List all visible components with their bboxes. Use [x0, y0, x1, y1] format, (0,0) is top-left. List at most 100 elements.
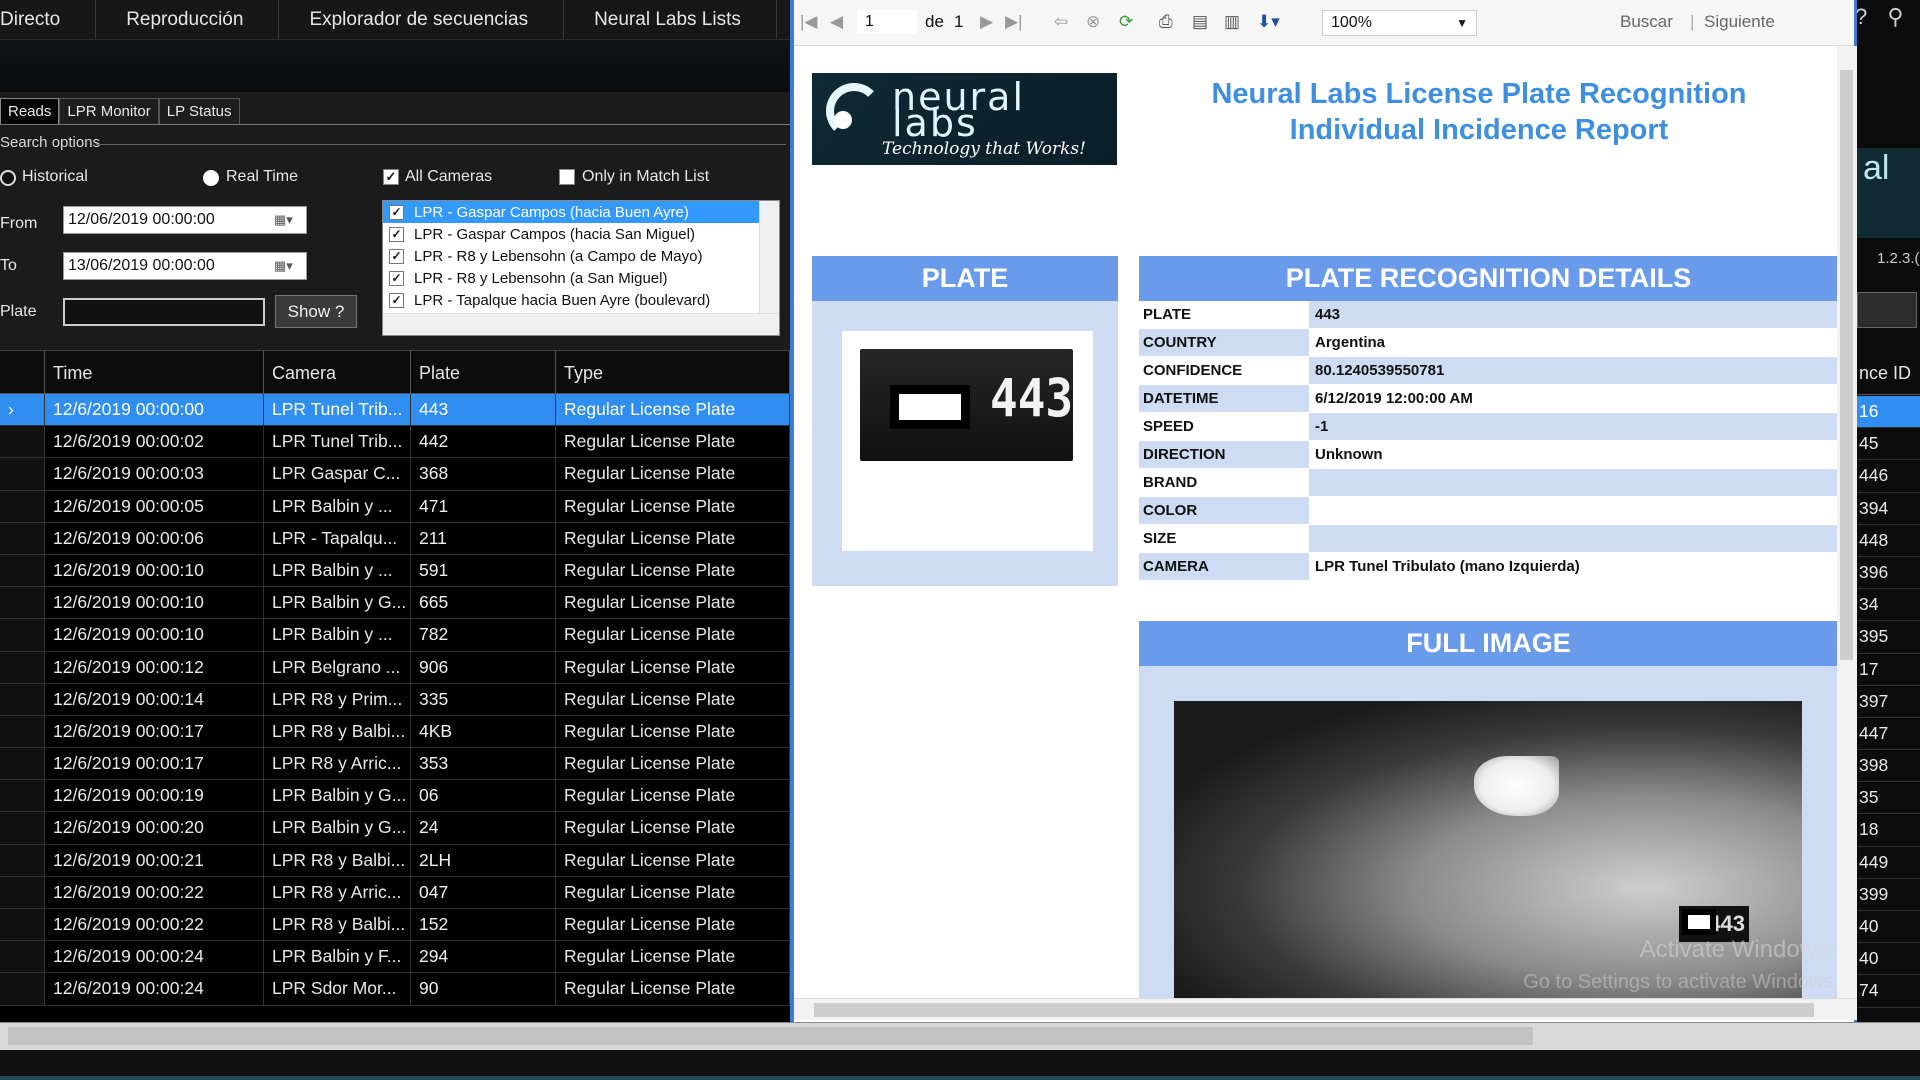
hscroll-thumb[interactable]: [814, 1003, 1814, 1017]
calendar-icon[interactable]: ▦▾: [274, 258, 300, 274]
cell-type: Regular License Plate: [556, 587, 790, 619]
camera-list-item[interactable]: ✓ LPR - Tapalque hacia Buen Ayre (bouleva…: [383, 289, 779, 311]
activation-watermark: Activate Windows: [1639, 936, 1829, 963]
camera-list[interactable]: ✓ LPR - Gaspar Campos (hacia Buen Ayre) ✓…: [382, 200, 780, 336]
main-hscroll-thumb[interactable]: [8, 1027, 1533, 1045]
next-link[interactable]: Siguiente: [1704, 12, 1775, 32]
table-row[interactable]: 12/6/2019 00:00:24 LPR Balbin y F... 294 Re…: [0, 941, 790, 974]
plate-input[interactable]: [63, 298, 265, 326]
table-row[interactable]: 12/6/2019 00:00:03 LPR Gaspar C... 368 Regu…: [0, 458, 790, 491]
table-row[interactable]: 12/6/2019 00:00:17 LPR R8 y Balbi... 4KB Re…: [0, 715, 790, 749]
export-icon[interactable]: ⬇▾: [1257, 12, 1280, 32]
table-row[interactable]: 12/6/2019 00:00:05 LPR Balbin y ... 471 Reg…: [0, 490, 790, 523]
to-date-input[interactable]: 13/06/2019 00:00:00 ▦▾: [63, 252, 307, 280]
right-button[interactable]: [1857, 292, 1917, 328]
only-match-checkbox[interactable]: [559, 169, 575, 185]
details-value: 80.1240539550781: [1309, 357, 1837, 384]
table-row[interactable]: 12/6/2019 00:00:20 LPR Balbin y G... 24 Reg…: [0, 812, 790, 845]
prev-page-icon[interactable]: ◀: [830, 12, 843, 32]
page-setup-icon[interactable]: ▥: [1224, 12, 1240, 32]
cell-type: Regular License Plate: [556, 812, 790, 844]
checkbox-icon[interactable]: ✓: [389, 270, 404, 286]
checkbox-icon[interactable]: ✓: [389, 204, 404, 220]
cell-type: Regular License Plate: [556, 748, 790, 780]
camera-list-hscroll[interactable]: [383, 313, 779, 335]
table-row[interactable]: 12/6/2019 00:00:10 LPR Balbin y G... 665 Re…: [0, 587, 790, 620]
report-hscroll[interactable]: [794, 998, 1857, 1020]
next-page-icon[interactable]: ▶: [980, 12, 993, 32]
stop-icon[interactable]: ⊗: [1086, 12, 1100, 32]
last-page-icon[interactable]: ▶|: [1005, 12, 1023, 32]
checkbox-icon[interactable]: ✓: [389, 292, 404, 308]
tab-lp-status[interactable]: LP Status: [158, 98, 240, 124]
cell-camera: LPR Balbin y ...: [264, 490, 411, 522]
all-cameras-checkbox[interactable]: ✓: [383, 169, 399, 185]
cell-incidence-id: 397: [1857, 686, 1920, 718]
row-indicator: [0, 651, 45, 683]
from-date-input[interactable]: 12/06/2019 00:00:00 ▦▾: [63, 206, 307, 234]
cell-time: 12/6/2019 00:00:24: [45, 941, 264, 973]
details-row: DIRECTION Unknown: [1139, 441, 1837, 469]
table-row[interactable]: 12/6/2019 00:00:19 LPR Balbin y G... 06 Reg…: [0, 780, 790, 813]
camera-list-item[interactable]: ✓ LPR - R8 y Lebensohn (a San Miguel): [383, 267, 779, 289]
table-row[interactable]: 12/6/2019 00:00:10 LPR Balbin y ... 591 Reg…: [0, 554, 790, 588]
zoom-select[interactable]: 100% ▼: [1322, 10, 1477, 36]
cell-plate: 335: [411, 683, 556, 715]
cell-type: Regular License Plate: [556, 619, 790, 651]
vscroll-thumb[interactable]: [1840, 70, 1853, 660]
cell-time: 12/6/2019 00:00:22: [45, 909, 264, 941]
to-label: To: [0, 257, 17, 274]
first-page-icon[interactable]: |◀: [800, 12, 818, 32]
tab-lpr-monitor[interactable]: LPR Monitor: [59, 98, 159, 124]
nav-directo[interactable]: Directo: [0, 0, 97, 39]
details-row: CAMERA LPR Tunel Tribulato (mano Izquierd…: [1139, 553, 1837, 581]
cell-camera: LPR Balbin y G...: [264, 780, 411, 812]
cell-type: Regular License Plate: [556, 426, 790, 458]
show-button[interactable]: Show ?: [275, 295, 357, 328]
report-vscroll[interactable]: [1837, 46, 1857, 998]
tab-reads[interactable]: Reads: [0, 98, 60, 124]
main-hscroll[interactable]: [0, 1022, 1920, 1050]
table-row[interactable]: 12/6/2019 00:00:14 LPR R8 y Prim... 335 Reg…: [0, 683, 790, 716]
back-icon[interactable]: ⇦: [1054, 12, 1068, 32]
col-type[interactable]: Type: [556, 351, 790, 393]
refresh-icon[interactable]: ⟳: [1119, 12, 1133, 32]
checkbox-icon[interactable]: ✓: [389, 226, 404, 242]
checkbox-icon[interactable]: ✓: [389, 248, 404, 264]
cell-camera: LPR Tunel Trib...: [264, 394, 411, 426]
table-row[interactable]: 12/6/2019 00:00:24 LPR Sdor Mor... 90 Regul…: [0, 973, 790, 1006]
table-row[interactable]: 12/6/2019 00:00:06 LPR - Tapalqu... 211 Reg…: [0, 522, 790, 555]
historical-radio[interactable]: [0, 170, 16, 186]
table-row[interactable]: 12/6/2019 00:00:21 LPR R8 y Balbi... 2LH Re…: [0, 844, 790, 877]
table-row[interactable]: 12/6/2019 00:00:10 LPR Balbin y ... 782 Reg…: [0, 619, 790, 652]
col-incidence-id[interactable]: nce ID: [1857, 351, 1920, 395]
camera-list-item[interactable]: ✓ LPR - Gaspar Campos (hacia Buen Ayre): [383, 201, 779, 223]
details-key: DATETIME: [1139, 385, 1309, 412]
page-number-input[interactable]: 1: [857, 10, 917, 34]
cell-time: 12/6/2019 00:00:03: [45, 458, 264, 490]
find-link[interactable]: Buscar: [1620, 12, 1673, 32]
table-row[interactable]: 12/6/2019 00:00:02 LPR Tunel Trib... 442 Re…: [0, 426, 790, 459]
camera-list-vscroll[interactable]: [759, 201, 779, 315]
camera-list-item[interactable]: ✓ LPR - R8 y Lebensohn (a Campo de Mayo): [383, 245, 779, 267]
table-row[interactable]: 12/6/2019 00:00:22 LPR R8 y Arric... 047 Re…: [0, 876, 790, 909]
logo-swirl-icon: [826, 83, 882, 139]
page-layout-icon[interactable]: ▤: [1192, 12, 1208, 32]
print-icon[interactable]: ⎙: [1159, 12, 1173, 32]
col-time[interactable]: Time: [45, 351, 264, 393]
details-row: BRAND: [1139, 469, 1837, 497]
col-camera[interactable]: Camera: [264, 351, 411, 393]
nav-explorador[interactable]: Explorador de secuencias: [279, 0, 565, 39]
nav-reproduccion[interactable]: Reproducción: [96, 0, 280, 39]
col-plate[interactable]: Plate: [411, 351, 556, 393]
calendar-icon[interactable]: ▦▾: [274, 212, 300, 228]
table-row[interactable]: 12/6/2019 00:00:22 LPR R8 y Balbi... 152 Re…: [0, 909, 790, 942]
pin-icon[interactable]: ⚲: [1887, 4, 1903, 29]
nav-neural-labs-lists[interactable]: Neural Labs Lists: [564, 0, 777, 39]
camera-list-item[interactable]: ✓ LPR - Gaspar Campos (hacia San Miguel): [383, 223, 779, 245]
realtime-radio[interactable]: [203, 170, 219, 186]
table-row[interactable]: 12/6/2019 00:00:12 LPR Belgrano ... 906 Reg…: [0, 651, 790, 684]
row-indicator: [0, 683, 45, 715]
table-row[interactable]: 12/6/2019 00:00:17 LPR R8 y Arric... 353 Re…: [0, 748, 790, 781]
table-row[interactable]: › 12/6/2019 00:00:00 LPR Tunel Trib... 443 R…: [0, 394, 790, 427]
